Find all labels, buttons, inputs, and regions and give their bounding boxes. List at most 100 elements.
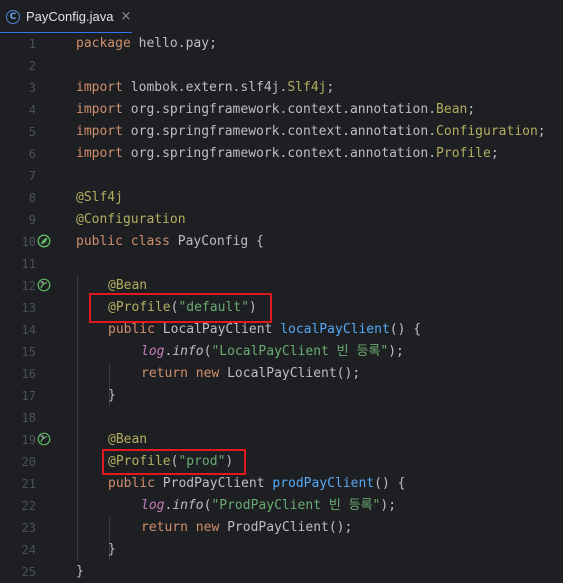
code-text: org.springframework.context.annotation. [122,124,437,139]
keyword: import [76,80,123,95]
annotation: @Bean [108,278,148,293]
code-line-5: import org.springframework.context.annot… [76,121,546,143]
keyword: import [76,146,123,161]
code-text: ProdPayClient(); [219,520,353,535]
method-name: localPayClient [280,322,390,337]
annotation: @Configuration [76,212,186,227]
log-field: log [141,344,165,359]
line-number: 20 [21,455,36,469]
line-number: 22 [21,499,36,513]
code-line-25: } [76,561,84,583]
code-text: } [108,542,116,557]
class-c-icon: C [6,9,20,24]
line-number: 18 [21,411,36,425]
bean-class-icon[interactable] [37,234,51,248]
code-line-23: return new ProdPayClient(); [141,517,352,539]
code-line-15: log.info("LocalPayClient 빈 등록"); [141,341,404,363]
method-call: info [172,498,204,513]
code-line-8: @Slf4j [76,187,123,209]
string-literal: "LocalPayClient 빈 등록" [211,344,389,359]
code-text: } [76,564,84,579]
annotation: @Slf4j [76,190,123,205]
code-line-19: @Bean [108,429,147,451]
line-number: 19 [21,433,36,447]
code-text: ); [380,498,397,513]
keyword: class [130,234,170,249]
keyword: package [76,36,131,51]
keyword: import [76,102,123,117]
code-text: hello.pay; [130,36,217,51]
line-number: 9 [28,213,36,227]
line-number: 13 [21,301,36,315]
line-number: 23 [21,521,36,535]
code-text: ; [326,80,335,95]
line-number: 16 [21,367,36,381]
code-text: ); [388,344,404,359]
tab-title: PayConfig.java [26,9,114,24]
editor-tab-bar: C PayConfig.java × [0,0,563,34]
code-text: ; [490,146,499,161]
line-number: 5 [28,125,36,139]
keyword: return [141,366,188,381]
line-number: 12 [21,279,36,293]
keyword: import [76,124,123,139]
keyword: public [76,234,123,249]
keyword: return [141,520,188,535]
line-number: 7 [28,169,36,183]
code-text: ProdPayClient [154,476,273,491]
line-number: 25 [21,565,36,579]
method-call: info [172,344,204,359]
code-text: org.springframework.context.annotation. [122,102,437,117]
imported-class: Bean [436,102,468,117]
line-number: 15 [21,345,36,359]
log-field: log [141,498,165,513]
code-line-22: log.info("ProdPayClient 빈 등록"); [141,495,396,517]
line-number: 21 [21,477,36,491]
code-text: PayConfig { [169,234,264,249]
line-number: 11 [21,257,36,271]
imported-class: Configuration [436,124,538,139]
code-line-10: public class PayConfig { [76,231,264,253]
bean-method-icon[interactable] [37,432,51,446]
code-text: ; [467,102,476,117]
code-text: org.springframework.context.annotation. [122,146,437,161]
code-text: LocalPayClient(); [219,366,361,381]
code-text: () { [374,476,406,491]
code-text: } [108,388,116,403]
keyword: new [195,366,220,381]
keyword: public [108,322,155,337]
code-text: () { [389,322,422,337]
close-icon[interactable]: × [120,9,131,24]
code-line-1: package hello.pay; [76,33,217,55]
highlight-profile-prod [102,449,246,475]
code-line-9: @Configuration [76,209,186,231]
imported-class: Slf4j [287,80,327,95]
string-literal: "ProdPayClient 빈 등록" [211,498,381,513]
line-number: 6 [28,147,36,161]
line-number: 17 [21,389,36,403]
code-line-6: import org.springframework.context.annot… [76,143,499,165]
code-text: lombok.extern.slf4j. [122,80,288,95]
code-editor[interactable]: 1 2 3 4 5 6 7 8 9 10 11 12 13 14 15 16 1… [0,33,563,582]
bean-method-icon[interactable] [37,278,51,292]
annotation: @Bean [108,432,148,447]
imported-class: Profile [436,146,491,161]
line-number: 24 [21,543,36,557]
tab-payconfig-java[interactable]: C PayConfig.java × [0,0,132,34]
line-number: 1 [28,37,36,51]
method-name: prodPayClient [272,476,375,491]
line-number: 8 [28,191,36,205]
line-number: 2 [28,59,36,73]
indent-guide [77,275,78,561]
code-line-21: public ProdPayClient prodPayClient() { [108,473,405,495]
line-number: 4 [28,103,36,117]
line-number: 14 [21,323,36,337]
line-number: 10 [21,235,36,249]
code-line-24: } [108,539,116,561]
line-number: 3 [28,81,36,95]
code-text: LocalPayClient [154,322,281,337]
code-line-16: return new LocalPayClient(); [141,363,360,385]
code-text: ; [537,124,546,139]
code-line-17: } [108,385,116,407]
code-line-3: import lombok.extern.slf4j.Slf4j; [76,77,334,99]
